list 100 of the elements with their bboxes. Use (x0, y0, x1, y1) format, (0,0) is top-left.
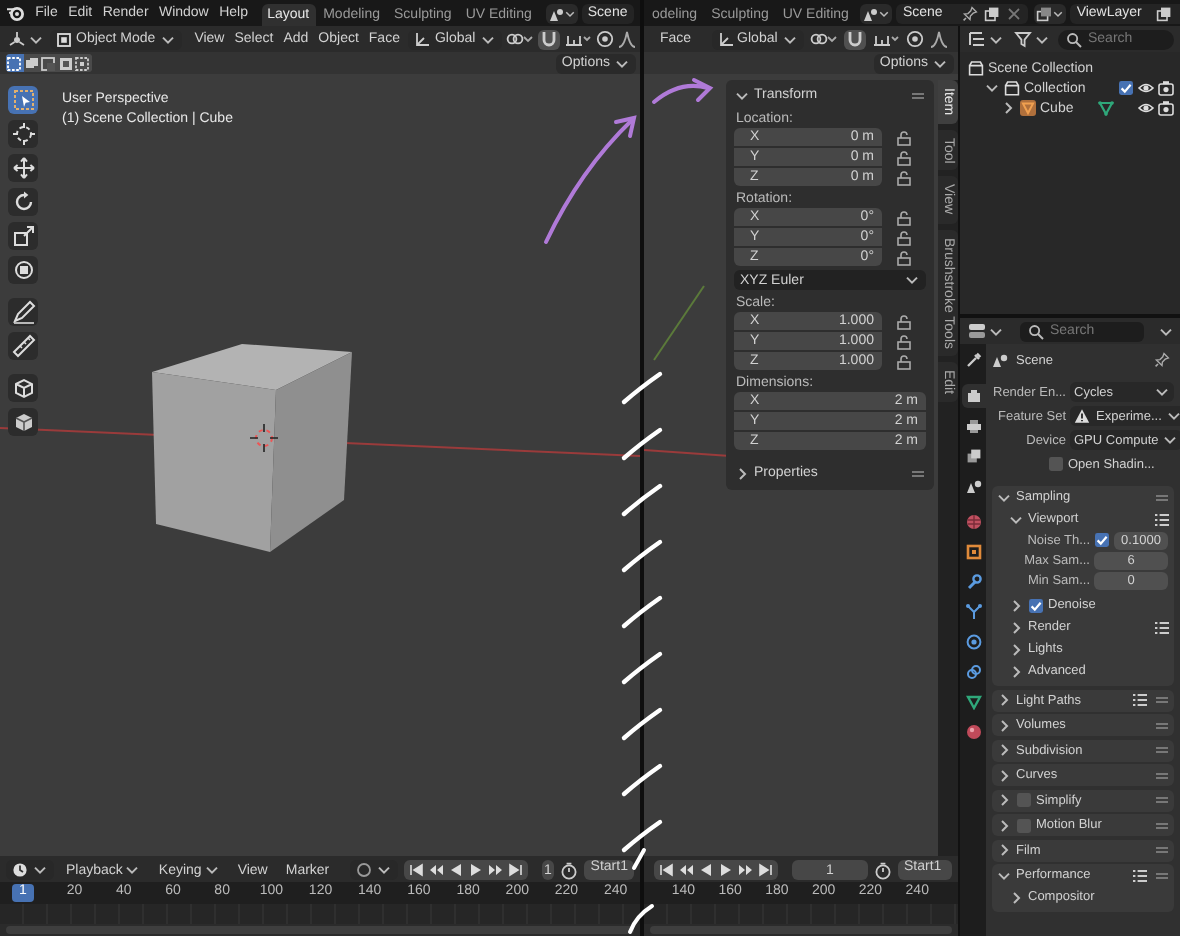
chevron-down-icon[interactable] (996, 489, 1012, 505)
chevron-right-icon[interactable] (734, 465, 750, 481)
chevron-right-icon[interactable] (996, 792, 1012, 808)
chevron-down-icon[interactable] (734, 87, 750, 103)
filter-button[interactable] (1012, 29, 1052, 49)
eye-icon[interactable] (1138, 100, 1154, 116)
lock-icon[interactable] (896, 353, 912, 369)
drag-handle-icon[interactable] (1154, 867, 1170, 883)
selection-mode-button[interactable] (40, 54, 57, 72)
properties-tab[interactable] (961, 600, 985, 624)
mesh-data-icon[interactable] (1097, 100, 1114, 116)
properties-tab[interactable] (961, 630, 985, 654)
drag-handle-icon[interactable] (1154, 717, 1170, 733)
chevron-right-icon[interactable] (996, 842, 1012, 858)
drag-handle-icon[interactable] (910, 465, 926, 481)
stopwatch-icon[interactable] (873, 861, 892, 879)
tool-button[interactable] (8, 120, 38, 148)
presets-list-icon[interactable] (1132, 692, 1148, 708)
drag-handle-icon[interactable] (910, 87, 926, 103)
scene-selector-button[interactable] (860, 3, 893, 23)
chevron-down-icon[interactable] (1008, 511, 1024, 527)
tool-button[interactable] (8, 374, 38, 402)
drag-handle-icon[interactable] (1154, 792, 1170, 808)
chevron-down-icon[interactable] (1158, 323, 1174, 339)
properties-tab[interactable] (961, 414, 985, 438)
checkbox[interactable] (1094, 532, 1110, 548)
proportional-edit-icon[interactable] (905, 30, 924, 48)
selection-mode-button[interactable] (74, 54, 91, 72)
chevron-right-icon[interactable] (1008, 663, 1024, 679)
chevron-right-icon[interactable] (1008, 619, 1024, 635)
snap-toggle[interactable] (843, 29, 866, 49)
proportional-edit-icon[interactable] (595, 30, 614, 48)
properties-tab[interactable] (961, 690, 985, 714)
pivot-icon[interactable] (809, 30, 838, 48)
checkbox[interactable] (1118, 80, 1134, 96)
drag-handle-icon[interactable] (1154, 692, 1170, 708)
view-layer-button[interactable] (1034, 3, 1067, 23)
properties-tab[interactable] (961, 540, 985, 564)
camera-icon[interactable] (1158, 100, 1174, 116)
drag-handle-icon[interactable] (1154, 842, 1170, 858)
chevron-right-icon[interactable] (996, 717, 1012, 733)
properties-tab[interactable] (961, 720, 985, 744)
falloff-curve-icon[interactable] (617, 30, 636, 48)
chevron-down-icon[interactable] (996, 867, 1012, 883)
camera-icon[interactable] (1158, 80, 1174, 96)
lock-icon[interactable] (896, 149, 912, 165)
tool-button[interactable] (8, 86, 38, 114)
lock-icon[interactable] (896, 313, 912, 329)
lock-icon[interactable] (896, 229, 912, 245)
eye-icon[interactable] (1138, 80, 1154, 96)
falloff-curve-icon[interactable] (929, 30, 948, 48)
copy-icon[interactable] (984, 5, 1001, 21)
lock-icon[interactable] (896, 249, 912, 265)
checkbox[interactable] (1016, 792, 1032, 808)
chevron-right-icon[interactable] (996, 692, 1012, 708)
checkbox[interactable] (1016, 817, 1032, 833)
chevron-right-icon[interactable] (1008, 889, 1024, 905)
tool-button[interactable] (8, 222, 38, 250)
tool-button[interactable] (8, 298, 38, 326)
copy-icon[interactable] (1155, 5, 1172, 21)
snap-target-icon[interactable] (871, 30, 900, 48)
snap-toggle[interactable] (537, 29, 560, 49)
display-mode-button[interactable] (966, 29, 1006, 49)
tool-button[interactable] (8, 154, 38, 182)
tool-button[interactable] (8, 408, 38, 436)
pin-icon[interactable] (962, 5, 979, 21)
lock-icon[interactable] (896, 169, 912, 185)
lock-icon[interactable] (896, 209, 912, 225)
editor-type-button[interactable] (966, 321, 1006, 341)
lock-icon[interactable] (896, 333, 912, 349)
scene-selector-button[interactable] (545, 3, 578, 23)
checkbox[interactable] (1048, 456, 1064, 472)
chevron-right-icon[interactable] (996, 742, 1012, 758)
drag-handle-icon[interactable] (1154, 817, 1170, 833)
properties-tab[interactable] (961, 384, 985, 408)
blender-logo-icon[interactable] (6, 4, 26, 22)
auto-keying-button[interactable] (349, 860, 398, 880)
lock-icon[interactable] (896, 129, 912, 145)
properties-tab[interactable] (961, 660, 985, 684)
drag-handle-icon[interactable] (1154, 767, 1170, 783)
tool-button[interactable] (8, 256, 38, 284)
editor-type-button[interactable] (6, 29, 46, 49)
presets-list-icon[interactable] (1154, 511, 1170, 527)
presets-list-icon[interactable] (1132, 867, 1148, 883)
close-icon[interactable] (1006, 5, 1023, 21)
drag-handle-icon[interactable] (1154, 742, 1170, 758)
tool-button[interactable] (8, 332, 38, 360)
checkbox[interactable] (1028, 597, 1044, 613)
pivot-icon[interactable] (505, 30, 534, 48)
snap-target-icon[interactable] (563, 30, 592, 48)
tool-button[interactable] (8, 188, 38, 216)
drag-handle-icon[interactable] (1154, 489, 1170, 505)
pin-icon[interactable] (1154, 352, 1170, 368)
chevron-down-icon[interactable] (984, 80, 1000, 96)
stopwatch-icon[interactable] (560, 861, 579, 879)
chevron-right-icon[interactable] (996, 767, 1012, 783)
chevron-right-icon[interactable] (996, 817, 1012, 833)
chevron-right-icon[interactable] (1008, 641, 1024, 657)
chevron-right-icon[interactable] (1008, 597, 1024, 613)
chevron-right-icon[interactable] (1000, 100, 1016, 116)
